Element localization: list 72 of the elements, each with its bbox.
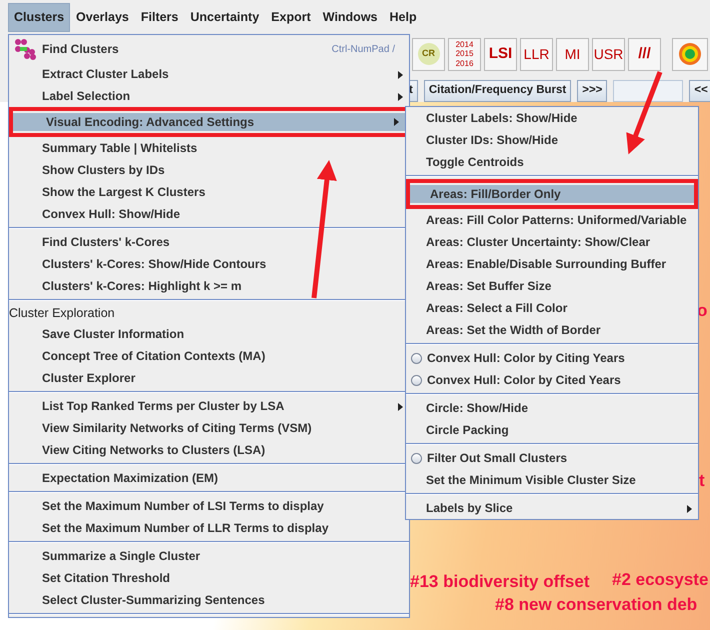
toolbar-button[interactable]: USR: [592, 38, 625, 70]
submenu-arrow-icon: [687, 505, 692, 513]
menu-item[interactable]: Cluster IDs: Show/Hide: [406, 129, 698, 151]
cluster-icon: [13, 38, 37, 60]
menu-item[interactable]: Filter Out Small Clusters: [406, 447, 698, 469]
menu-item[interactable]: View Similarity Networks of Citing Terms (VSM): [9, 417, 409, 439]
menu-item[interactable]: Clusters' k-Cores: Highlight k >= m: [9, 275, 409, 297]
menu-item[interactable]: Set Citation Threshold: [9, 567, 409, 589]
menu-bar-item[interactable]: Filters: [134, 2, 184, 32]
menu-item[interactable]: Labels by Slice: [406, 497, 698, 519]
menu-bar-item[interactable]: Help: [384, 2, 423, 32]
menu-item[interactable]: Circle: Show/Hide: [406, 397, 698, 419]
submenu-arrow-icon: [394, 118, 399, 126]
toolbar-button[interactable]: ///: [628, 38, 661, 70]
menu-bar-item[interactable]: Overlays: [70, 2, 135, 32]
toolbar-button[interactable]: 2014 2015 2016: [448, 38, 481, 70]
toolbar-button[interactable]: <<: [689, 80, 710, 102]
menu-section-header: Cluster Exploration: [9, 304, 116, 322]
menu-item[interactable]: Areas: Select a Fill Color: [406, 297, 698, 319]
menu-item-label: Filter Out Small Clusters: [427, 450, 568, 467]
toolbar-button[interactable]: LSI: [484, 38, 517, 70]
menu-item[interactable]: Show Clusters by IDs: [9, 159, 409, 181]
menu-item[interactable]: Concept Tree of Citation Contexts (MA): [9, 345, 409, 367]
menu-bar-item[interactable]: Windows: [316, 2, 384, 32]
submenu-arrow-icon: [398, 71, 403, 79]
menu-item[interactable]: Summarize a Single Cluster: [9, 545, 409, 567]
toolbar-button[interactable]: CR: [412, 38, 445, 70]
shortcut-label: Ctrl-NumPad /: [332, 42, 395, 56]
menu-item[interactable]: Areas: Fill Color Patterns: Uniformed/Variable: [406, 209, 698, 231]
menu-item[interactable]: Summary Table | Whitelists: [9, 137, 409, 159]
radio-button[interactable]: [411, 374, 422, 386]
submenu-arrow-icon: [398, 93, 403, 101]
toolbar-button[interactable]: Citation/Frequency Burst: [424, 80, 572, 102]
menu-item[interactable]: Areas: Set Buffer Size: [406, 275, 698, 297]
cluster-label: #13 biodiversity offset: [410, 571, 590, 593]
menu-item[interactable]: Set the Maximum Number of LLR Terms to display: [9, 517, 409, 539]
cluster-label: #2 ecosyste: [612, 569, 708, 591]
menu-item[interactable]: Areas: Enable/Disable Surrounding Buffer: [406, 253, 698, 275]
menu-item[interactable]: Find Clusters' k-Cores: [9, 231, 409, 253]
cluster-label: t: [699, 470, 705, 492]
menu-item-label: Convex Hull: Color by Citing Years: [427, 350, 625, 367]
menu-item[interactable]: Select Cluster-Summarizing Sentences: [9, 589, 409, 611]
input-field[interactable]: [613, 80, 684, 102]
menu-bar-item[interactable]: Export: [265, 2, 317, 32]
radio-button[interactable]: [411, 352, 422, 364]
menu-item[interactable]: Convex Hull: Show/Hide: [9, 203, 409, 225]
menu-item[interactable]: Set the Minimum Visible Cluster Size: [406, 469, 698, 491]
menu-item[interactable]: Toggle Centroids: [406, 151, 698, 173]
menu-item[interactable]: Expectation Maximization (EM): [9, 467, 409, 489]
menu-item[interactable]: Convex Hull: Color by Citing Years: [406, 347, 698, 369]
menu-item[interactable]: Save Cluster Information: [9, 323, 409, 345]
menu-item[interactable]: Areas: Set the Width of Border: [406, 319, 698, 341]
toolbar-button[interactable]: >>>: [577, 80, 608, 102]
menu-item[interactable]: Areas: Cluster Uncertainty: Show/Clear: [406, 231, 698, 253]
radio-button[interactable]: [411, 452, 422, 464]
menu-item[interactable]: Clusters' k-Cores: Show/Hide Contours: [9, 253, 409, 275]
menu-item[interactable]: Find Clusters: [42, 40, 119, 58]
menu-item-label: Convex Hull: Color by Cited Years: [427, 372, 621, 389]
target-icon[interactable]: [678, 42, 702, 66]
toolbar-button[interactable]: LLR: [520, 38, 553, 70]
menu-item[interactable]: Circle Packing: [406, 419, 698, 441]
menu-item[interactable]: Convex Hull: Color by Cited Years: [406, 369, 698, 391]
menu-item[interactable]: Cluster Explorer: [9, 367, 409, 389]
menu-bar-item[interactable]: Clusters: [8, 2, 70, 32]
toolbar-button[interactable]: MI: [556, 38, 589, 70]
menu-item[interactable]: Set the Maximum Number of LSI Terms to display: [9, 495, 409, 517]
menu-item[interactable]: Areas: Fill/Border Only: [406, 179, 698, 209]
menu-item[interactable]: Cluster Labels: Show/Hide: [406, 107, 698, 129]
menu-item[interactable]: Show the Largest K Clusters: [9, 181, 409, 203]
menu-bar-item[interactable]: Uncertainty: [184, 2, 266, 32]
menu-item[interactable]: View Citing Networks to Clusters (LSA): [9, 439, 409, 461]
cluster-label: #8 new conservation deb: [495, 594, 698, 616]
